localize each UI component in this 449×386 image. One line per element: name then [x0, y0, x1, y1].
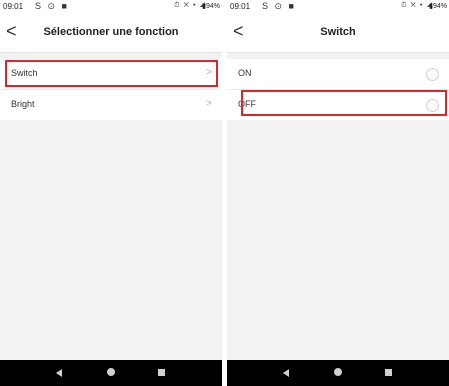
header: < Switch — [227, 14, 449, 53]
status-time: 09:01 — [3, 2, 24, 11]
nav-back-icon[interactable] — [283, 369, 289, 377]
list-item-on[interactable]: ON — [227, 59, 449, 90]
nav-recent-icon[interactable] — [158, 369, 165, 376]
battery-indicator: ▮94% — [429, 3, 447, 10]
android-nav-bar — [0, 360, 222, 386]
page-title: Sélectionner une fonction — [43, 26, 179, 38]
status-time: 09:01 — [230, 2, 251, 11]
highlight-box-off — [241, 90, 447, 116]
list-item-label: Bright — [11, 99, 35, 109]
nav-home-icon[interactable] — [334, 368, 342, 376]
list-item-bright[interactable]: Bright > — [0, 90, 222, 120]
notification-icons: S ⊙ ■ — [35, 1, 69, 11]
highlight-box-switch — [5, 60, 218, 87]
chevron-right-icon: > — [206, 98, 212, 109]
right-phone-screen: 09:01 S ⊙ ■ ⏱ ✕ ▾ ◢ ▮94% < Switch ON OFF — [227, 0, 449, 386]
nav-back-icon[interactable] — [56, 369, 62, 377]
status-bar: 09:01 S ⊙ ■ ⏱ ✕ ▾ ◢ ▮94% — [0, 0, 222, 14]
header: < Sélectionner une fonction — [0, 14, 222, 53]
list-item-label: ON — [238, 68, 252, 78]
notification-icons: S ⊙ ■ — [262, 1, 296, 11]
status-bar: 09:01 S ⊙ ■ ⏱ ✕ ▾ ◢ ▮94% — [227, 0, 449, 14]
battery-indicator: ▮94% — [202, 3, 220, 10]
radio-icon[interactable] — [426, 68, 439, 81]
nav-home-icon[interactable] — [107, 368, 115, 376]
nav-recent-icon[interactable] — [385, 369, 392, 376]
left-phone-screen: 09:01 S ⊙ ■ ⏱ ✕ ▾ ◢ ▮94% < Sélectionner … — [0, 0, 222, 386]
page-title: Switch — [320, 26, 356, 38]
android-nav-bar — [227, 360, 449, 386]
